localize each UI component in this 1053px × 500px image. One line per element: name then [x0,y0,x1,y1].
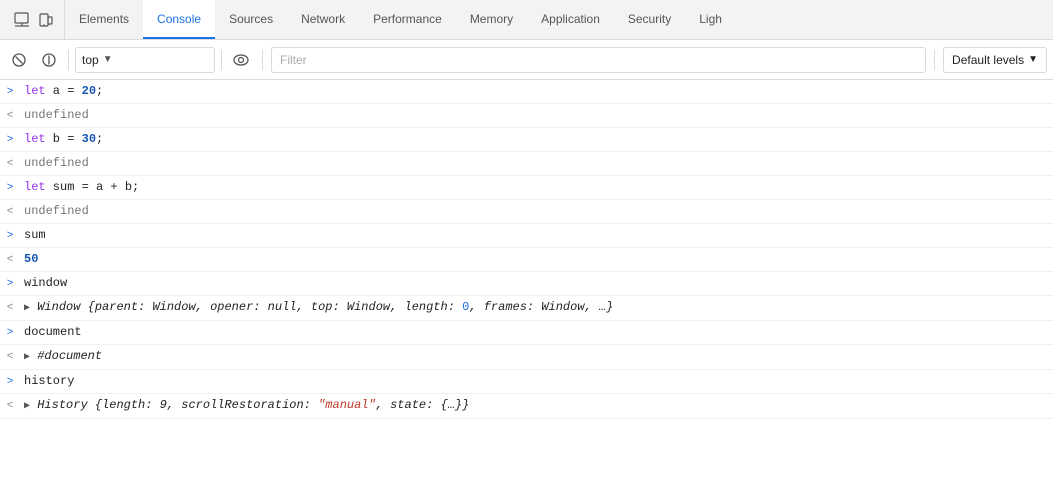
eye-icon[interactable] [228,47,254,73]
device-icon[interactable] [36,10,56,30]
inspect-icon[interactable] [12,10,32,30]
console-line: < ▶ History {length: 9, scrollRestoratio… [0,394,1053,419]
line-content: history [20,372,1053,390]
tab-security[interactable]: Security [614,0,685,39]
line-content: document [20,323,1053,341]
filter-area [271,47,926,73]
chevron-down-icon: ▼ [103,54,113,65]
tab-network[interactable]: Network [287,0,359,39]
console-line: < 50 [0,248,1053,272]
output-arrow: < [0,106,20,125]
console-line: > sum [0,224,1053,248]
separator-1 [68,50,69,70]
console-toolbar: top ▼ Default levels ▼ [0,40,1053,80]
line-content: ▶ History {length: 9, scrollRestoration:… [20,396,1053,416]
output-arrow: < [0,347,20,366]
tab-bar: Elements Console Sources Network Perform… [0,0,1053,40]
console-line: > history [0,370,1053,394]
tab-list: Elements Console Sources Network Perform… [65,0,1049,39]
line-content: window [20,274,1053,292]
console-line: < undefined [0,104,1053,128]
line-content: let b = 30; [20,130,1053,148]
line-content: let a = 20; [20,82,1053,100]
tab-elements[interactable]: Elements [65,0,143,39]
expand-icon[interactable]: ▶ [24,352,30,363]
console-line: > window [0,272,1053,296]
levels-label: Default levels [952,53,1024,67]
devtools-icons [4,0,65,39]
filter-input[interactable] [276,47,921,73]
line-content: undefined [20,106,1053,124]
console-line: > let sum = a + b; [0,176,1053,200]
output-arrow: < [0,202,20,221]
tab-sources[interactable]: Sources [215,0,287,39]
default-levels-button[interactable]: Default levels ▼ [943,47,1047,73]
tab-performance[interactable]: Performance [359,0,456,39]
line-content: ▶ #document [20,347,1053,367]
line-content: sum [20,226,1053,244]
input-arrow: > [0,178,20,197]
output-arrow: < [0,250,20,269]
console-line: < ▶ #document [0,345,1053,370]
input-arrow: > [0,323,20,342]
line-content: ▶ Window {parent: Window, opener: null, … [20,298,1053,318]
clear-console-button[interactable] [6,47,32,73]
tab-application[interactable]: Application [527,0,614,39]
tab-lighthouse[interactable]: Ligh [685,0,736,39]
output-arrow: < [0,298,20,317]
console-line: > let a = 20; [0,80,1053,104]
line-content: undefined [20,202,1053,220]
context-selector[interactable]: top ▼ [75,47,215,73]
filter-separator-2 [934,50,935,70]
input-arrow: > [0,372,20,391]
console-line: > let b = 30; [0,128,1053,152]
tab-memory[interactable]: Memory [456,0,527,39]
line-content: 50 [20,250,1053,268]
block-icon[interactable] [36,47,62,73]
tab-console[interactable]: Console [143,0,215,39]
input-arrow: > [0,274,20,293]
input-arrow: > [0,82,20,101]
expand-icon[interactable]: ▶ [24,401,30,412]
input-arrow: > [0,130,20,149]
output-arrow: < [0,154,20,173]
line-content: let sum = a + b; [20,178,1053,196]
context-value: top [82,53,99,67]
console-line: < undefined [0,152,1053,176]
console-line: < ▶ Window {parent: Window, opener: null… [0,296,1053,321]
separator-2 [221,50,222,70]
expand-icon[interactable]: ▶ [24,303,30,314]
line-content: undefined [20,154,1053,172]
console-output[interactable]: > let a = 20; < undefined > let b = 30; … [0,80,1053,500]
levels-chevron-icon: ▼ [1028,54,1038,65]
output-arrow: < [0,396,20,415]
input-arrow: > [0,226,20,245]
console-line: < undefined [0,200,1053,224]
filter-separator [262,50,263,70]
console-line: > document [0,321,1053,345]
